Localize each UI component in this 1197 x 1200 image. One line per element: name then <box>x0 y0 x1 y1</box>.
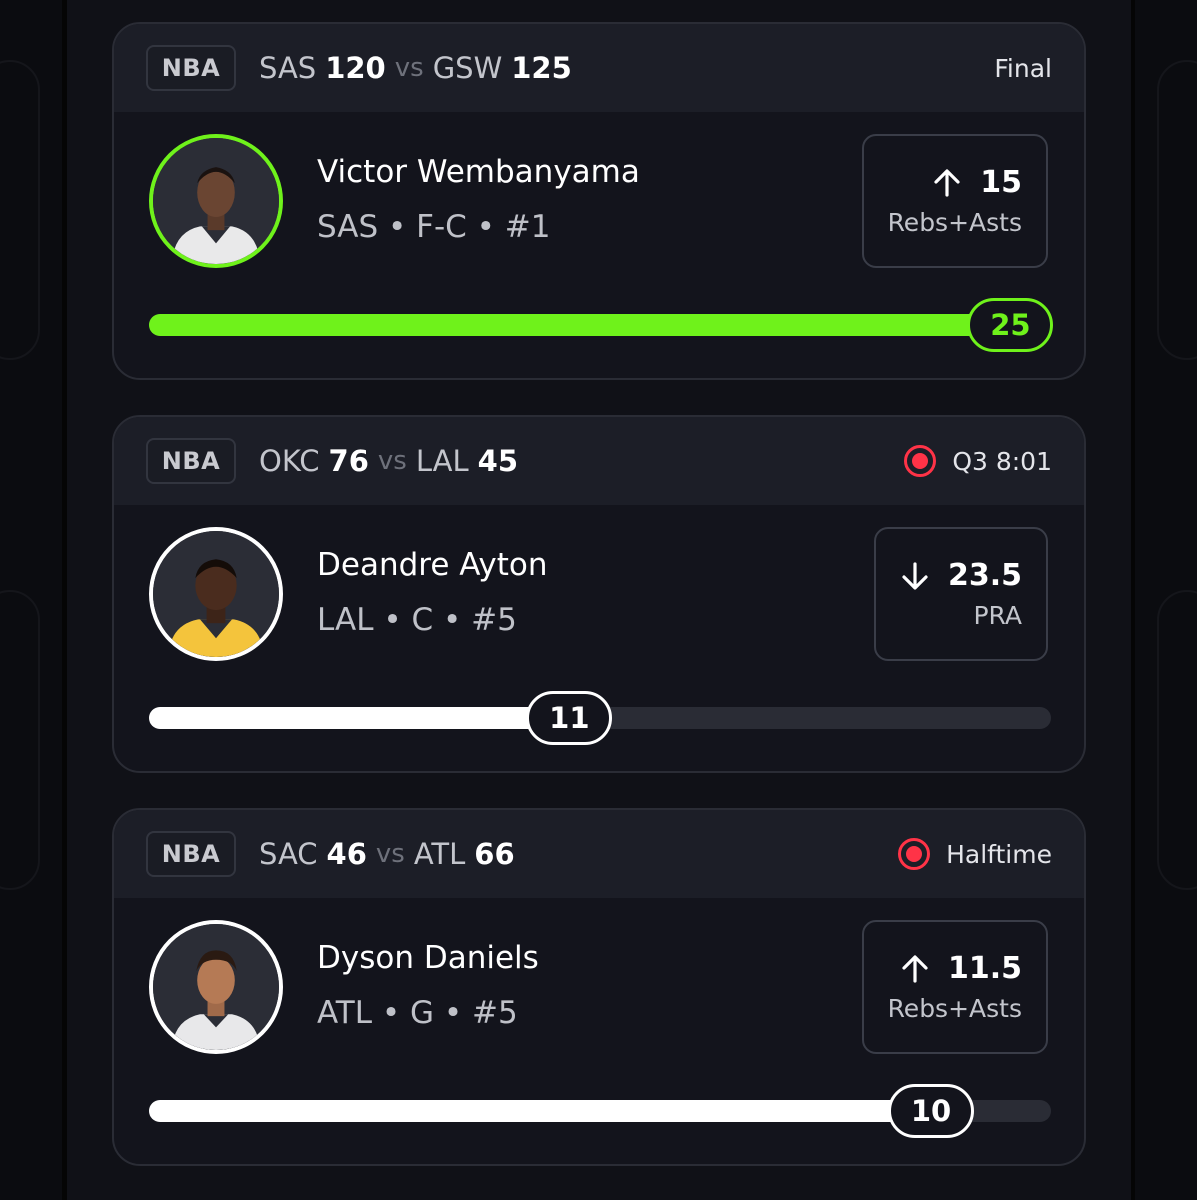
background-card-outline <box>1157 60 1197 360</box>
live-indicator-icon <box>904 445 937 477</box>
progress-track: 11 <box>149 691 1051 745</box>
prop-line-box[interactable]: 23.5 PRA <box>873 527 1048 661</box>
prop-stat-label: Rebs+Asts <box>887 208 1022 237</box>
prop-value: 11.5 <box>947 951 1022 986</box>
live-indicator-icon <box>898 838 931 870</box>
progress-fill <box>149 314 1011 336</box>
prop-line-box[interactable]: 11.5 Rebs+Asts <box>861 920 1048 1054</box>
player-headshot-image <box>153 531 279 657</box>
prop-value: 15 <box>980 165 1022 200</box>
league-badge: NBA <box>146 831 236 877</box>
background-card-outline <box>0 60 40 360</box>
background-card-outline <box>0 590 40 890</box>
progress-value-bubble: 25 <box>967 298 1054 352</box>
left-background-column <box>0 0 62 1200</box>
game-header: NBA OKC 76 vs LAL 45 Q3 8:01 <box>114 417 1084 505</box>
game-status-label: Final <box>994 53 1052 83</box>
game-status: Q3 8:01 <box>904 439 1052 483</box>
score-away: 76 <box>328 444 369 478</box>
prop-stat-label: PRA <box>973 601 1022 630</box>
team-home: GSW <box>432 51 503 85</box>
prop-stat-label: Rebs+Asts <box>887 994 1022 1023</box>
team-away: SAC <box>259 837 318 871</box>
player-name: Victor Wembanyama <box>317 154 640 190</box>
progress-fill <box>149 707 570 729</box>
league-badge: NBA <box>146 45 236 91</box>
game-status: Final <box>994 46 1052 90</box>
player-headshot-image <box>153 924 279 1050</box>
progress-track: 10 <box>149 1084 1051 1138</box>
progress-fill <box>149 1100 932 1122</box>
player-meta: SAS • F-C • #1 <box>317 209 551 245</box>
team-home: LAL <box>415 444 469 478</box>
player-name: Dyson Daniels <box>317 940 539 976</box>
pick-card[interactable]: NBA SAC 46 vs ATL 66 Halftime Dyson Dani… <box>112 808 1086 1166</box>
player-headshot-image <box>153 138 279 264</box>
game-status-label: Halftime <box>946 839 1052 869</box>
player-meta: LAL • C • #5 <box>317 602 517 638</box>
prop-line-box[interactable]: 15 Rebs+Asts <box>861 134 1048 268</box>
team-away: OKC <box>259 444 320 478</box>
progress-track: 25 <box>149 298 1054 352</box>
game-score: SAS 120 vs GSW 125 <box>259 46 572 90</box>
team-home: ATL <box>413 837 466 871</box>
game-status: Halftime <box>898 832 1052 876</box>
player-name: Deandre Ayton <box>317 547 548 583</box>
player-avatar[interactable] <box>149 920 283 1054</box>
vs-label: vs <box>394 53 424 83</box>
arrow-down-icon <box>902 561 928 590</box>
game-header: NBA SAS 120 vs GSW 125 Final <box>114 24 1084 112</box>
score-away: 46 <box>326 837 367 871</box>
right-background-column <box>1135 0 1197 1200</box>
player-avatar[interactable] <box>149 527 283 661</box>
arrow-up-icon <box>902 954 928 983</box>
league-badge: NBA <box>146 438 236 484</box>
progress-value-bubble: 11 <box>526 691 613 745</box>
arrow-up-icon <box>934 168 960 197</box>
game-header: NBA SAC 46 vs ATL 66 Halftime <box>114 810 1084 898</box>
score-home: 125 <box>511 51 572 85</box>
player-avatar[interactable] <box>149 134 283 268</box>
progress-value-bubble: 10 <box>888 1084 975 1138</box>
game-status-label: Q3 8:01 <box>952 446 1052 476</box>
game-score: SAC 46 vs ATL 66 <box>259 832 515 876</box>
background-card-outline <box>1157 590 1197 890</box>
vs-label: vs <box>375 839 405 869</box>
prop-value: 23.5 <box>947 558 1022 593</box>
vs-label: vs <box>377 446 407 476</box>
player-meta: ATL • G • #5 <box>317 995 518 1031</box>
game-score: OKC 76 vs LAL 45 <box>259 439 518 483</box>
score-home: 45 <box>477 444 518 478</box>
team-away: SAS <box>259 51 317 85</box>
score-home: 66 <box>474 837 515 871</box>
pick-card[interactable]: NBA SAS 120 vs GSW 125 Final Victor Wemb… <box>112 22 1086 380</box>
pick-card[interactable]: NBA OKC 76 vs LAL 45 Q3 8:01 Deandre Ayt… <box>112 415 1086 773</box>
score-away: 120 <box>325 51 386 85</box>
